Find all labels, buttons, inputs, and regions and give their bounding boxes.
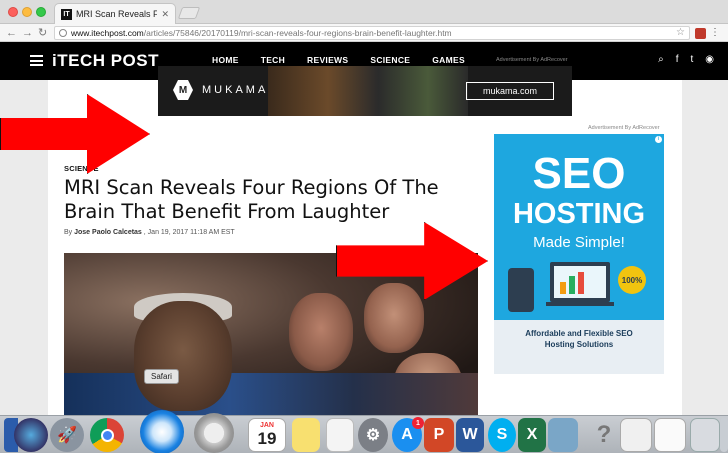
ad-made-simple-text: Made Simple! (533, 234, 625, 251)
system-preferences-icon[interactable]: ⚙ (358, 418, 388, 452)
word-icon[interactable]: W (456, 418, 484, 452)
info-icon[interactable] (59, 29, 67, 37)
back-arrow-icon[interactable]: ← (6, 25, 17, 41)
window-close-button[interactable] (8, 7, 18, 17)
trash-icon[interactable] (720, 418, 728, 452)
siri-icon[interactable] (14, 418, 48, 452)
article-author[interactable]: Jose Paolo Calcetas (74, 229, 142, 236)
forward-arrow-icon[interactable]: → (22, 25, 33, 41)
social-icons: ⌕ f t ◉ (658, 54, 714, 66)
ad-label-side: Advertisement By AdRecover (588, 125, 660, 131)
article-byline: By Jose Paolo Calcetas , Jan 19, 2017 11… (64, 229, 235, 236)
side-ad[interactable]: i SEO HOSTING Made Simple! 100% Affordab… (494, 134, 664, 374)
browser-menu-icon[interactable]: ⋮ (710, 28, 720, 39)
facebook-icon[interactable]: f (676, 54, 679, 66)
help-icon[interactable]: ? (592, 418, 616, 452)
twitter-icon[interactable]: t (690, 54, 693, 66)
ad-illustration: 100% (508, 262, 646, 312)
article-headline: MRI Scan Reveals Four Regions Of The Bra… (64, 176, 439, 223)
preview-icon[interactable] (548, 418, 578, 452)
ad-tagline-1: Affordable and Flexible SEO (525, 329, 633, 338)
launchpad-icon[interactable]: 🚀 (50, 418, 84, 452)
hamburger-menu-icon[interactable] (30, 55, 43, 66)
extension-icon[interactable] (695, 28, 706, 39)
reminders-icon[interactable] (326, 418, 354, 452)
opera-icon[interactable] (194, 413, 234, 453)
screen: IT MRI Scan Reveals Four Regio ✕ ← → ↻ w… (0, 0, 728, 453)
browser-tab[interactable]: IT MRI Scan Reveals Four Regio ✕ (54, 3, 176, 24)
chrome-icon[interactable] (90, 418, 124, 452)
tab-close-icon[interactable]: ✕ (161, 9, 169, 20)
byline-by: By (64, 229, 73, 236)
calendar-icon[interactable]: JAN 19 (248, 418, 286, 452)
downloads-stack-icon[interactable] (690, 418, 720, 452)
window-maximize-button[interactable] (36, 7, 46, 17)
banner-ad[interactable]: M MUKAMA mukama.com (158, 66, 572, 116)
powerpoint-icon[interactable]: P (424, 418, 454, 452)
article-hero-image (64, 253, 478, 415)
svg-text:100%: 100% (622, 276, 642, 285)
nav-science[interactable]: SCIENCE (370, 55, 410, 65)
notes-icon[interactable] (292, 418, 320, 452)
ad-brand: MUKAMA (202, 84, 269, 96)
url-host: www.itechpost.com (71, 28, 144, 38)
new-tab-button[interactable] (177, 7, 201, 19)
app-store-icon[interactable]: A1 (392, 417, 424, 452)
site-nav: HOME TECH REVIEWS SCIENCE GAMES (212, 55, 487, 65)
excel-icon[interactable]: X (518, 418, 546, 452)
reload-icon[interactable]: ↻ (38, 25, 47, 41)
ad-hosting-text: HOSTING (512, 198, 646, 230)
ad-label-top: Advertisement By AdRecover (496, 57, 568, 63)
document-thumbnail-icon[interactable] (654, 418, 686, 452)
search-icon[interactable]: ⌕ (658, 54, 664, 66)
nav-games[interactable]: GAMES (432, 55, 465, 65)
app-store-badge: 1 (412, 417, 424, 429)
ad-bottom-panel: Affordable and Flexible SEO Hosting Solu… (494, 320, 664, 374)
macos-dock: 🚀 JAN 19 ⚙ A1 P W S X ? (0, 410, 728, 453)
calendar-day: 19 (257, 429, 277, 448)
document-thumbnail-icon[interactable] (620, 418, 652, 452)
mukama-logo-icon: M (173, 80, 193, 100)
url-path: /articles/75846/20170119/mri-scan-reveal… (143, 28, 452, 38)
ad-product-image (268, 66, 468, 116)
article-date: , Jan 19, 2017 11:18 AM EST (143, 229, 235, 236)
ad-info-icon[interactable]: i (655, 136, 662, 143)
safari-icon[interactable] (140, 410, 184, 453)
site-favicon-icon: IT (61, 8, 72, 20)
rss-icon[interactable]: ◉ (705, 54, 714, 66)
browser-toolbar: ← → ↻ www.itechpost.com /articles/75846/… (0, 24, 728, 42)
skype-icon[interactable]: S (488, 418, 516, 452)
site-logo[interactable]: iTECH POST (52, 51, 159, 71)
browser-tab-strip: IT MRI Scan Reveals Four Regio ✕ (0, 0, 728, 24)
tab-title: MRI Scan Reveals Four Regio (76, 9, 158, 19)
nav-tech[interactable]: TECH (261, 55, 285, 65)
dock-tooltip: Safari (144, 369, 179, 384)
address-bar[interactable]: www.itechpost.com /articles/75846/201701… (54, 26, 690, 40)
bookmark-star-icon[interactable]: ☆ (676, 27, 685, 39)
window-minimize-button[interactable] (22, 7, 32, 17)
nav-reviews[interactable]: REVIEWS (307, 55, 348, 65)
nav-home[interactable]: HOME (212, 55, 239, 65)
ad-tagline-2: Hosting Solutions (544, 340, 614, 349)
ad-seo-text: SEO (532, 149, 626, 198)
ad-cta-button[interactable]: mukama.com (466, 82, 554, 100)
